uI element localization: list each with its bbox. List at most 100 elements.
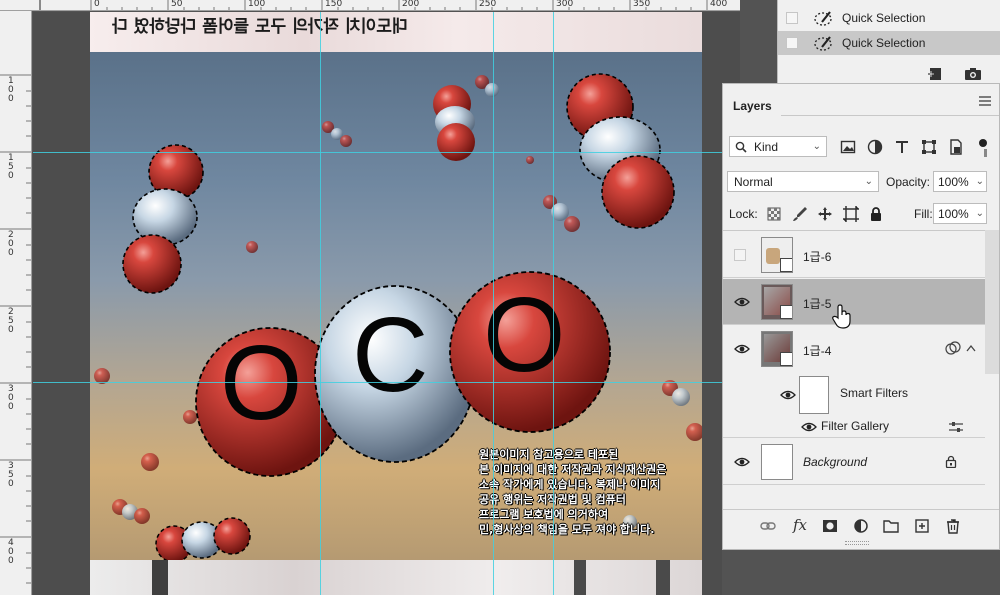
smart-filters-label: Smart Filters: [840, 386, 909, 400]
vertical-guide[interactable]: [320, 12, 321, 595]
layers-tab[interactable]: Layers: [723, 90, 781, 116]
photoshop-window: 0 50 100 150 200 250 300 350 400 1 0 0 1…: [0, 0, 1000, 595]
layer-name[interactable]: 1급-6: [803, 248, 831, 265]
ruler-tick-label: 3 5 0: [8, 461, 17, 489]
opacity-label: Opacity:: [886, 175, 931, 189]
layer-filter-row: Kind ⌄: [723, 136, 1000, 162]
layers-panel: Layers Kind ⌄ Normal ⌄ Opacity: 100% ⌄ L…: [722, 83, 1000, 550]
layer-row[interactable]: 1급-6: [723, 232, 985, 278]
ruler-tick-label: 3 0 0: [8, 384, 17, 412]
pixel-layer-filter-icon[interactable]: [840, 139, 856, 155]
blend-opacity-row: Normal ⌄ Opacity: 100% ⌄: [723, 171, 1000, 195]
type-layer-filter-icon[interactable]: [894, 139, 910, 155]
notice-line: 원본이미지 참고용으로 테포된: [479, 448, 619, 461]
layer-name[interactable]: 1급-5: [803, 295, 831, 312]
dock-empty-area: [722, 550, 1000, 595]
history-item-label: Quick Selection: [842, 11, 926, 25]
fill-input[interactable]: 100% ⌄: [933, 203, 987, 224]
delete-layer-trash-icon[interactable]: [945, 518, 961, 534]
copyright-notice: 원본이미지 참고용으로 테포된 본 이미지에 대한 저작권과 지식재산권은 소속…: [479, 447, 702, 537]
ruler-tick-label: 0: [94, 0, 100, 9]
layer-name[interactable]: 1급-4: [803, 342, 831, 359]
smart-object-badge-icon: [780, 305, 792, 319]
molecule-letter-o-left: O: [220, 324, 303, 442]
smart-object-badge-icon: [780, 352, 792, 366]
layer-row[interactable]: 1급-4: [723, 326, 985, 372]
opacity-input[interactable]: 100% ⌄: [933, 171, 987, 192]
layer-row-selected[interactable]: 1급-5: [723, 279, 985, 329]
lock-position-icon[interactable]: [817, 206, 833, 222]
ruler-tick-label: 350: [633, 0, 651, 9]
smart-object-filter-icon[interactable]: [948, 139, 964, 155]
filter-kind-value: Kind: [754, 140, 779, 154]
new-fill-adjustment-layer-icon[interactable]: [853, 518, 869, 534]
ruler-tick-label: 2 5 0: [8, 307, 17, 335]
layers-scrollbar[interactable]: [985, 230, 999, 374]
ruler-tick-label: 100: [248, 0, 266, 9]
history-item-selected[interactable]: Quick Selection: [778, 31, 1000, 55]
eye-icon[interactable]: [734, 297, 750, 307]
lock-all-icon[interactable]: [868, 206, 884, 222]
history-snapshot-box[interactable]: [786, 37, 798, 49]
layer-row-background[interactable]: Background: [723, 439, 985, 485]
lock-artboard-icon[interactable]: [843, 206, 859, 222]
lock-label: Lock:: [729, 207, 758, 221]
history-item[interactable]: Quick Selection: [778, 6, 1000, 30]
post-silhouette: [152, 560, 168, 595]
eye-icon[interactable]: [780, 390, 796, 400]
camera-icon[interactable]: [964, 66, 982, 82]
smart-filter-mask-thumbnail[interactable]: [799, 376, 829, 414]
quick-selection-icon: [814, 36, 832, 51]
ruler-tick-label: 2 0 0: [8, 230, 17, 258]
eye-icon[interactable]: [734, 344, 750, 354]
add-layer-mask-icon[interactable]: [822, 518, 838, 534]
shape-layer-filter-icon[interactable]: [921, 139, 937, 155]
blend-mode-dropdown[interactable]: Normal ⌄: [727, 171, 879, 192]
vertical-guide[interactable]: [553, 12, 554, 595]
mirrored-heading-text: 대도이치 작가의 구도 들어폼 다당하였 다: [112, 17, 408, 37]
eye-icon[interactable]: [801, 422, 817, 432]
history-panel: Quick Selection Quick Selection: [777, 0, 1000, 95]
vertical-guide[interactable]: [493, 12, 494, 595]
chevron-down-icon: ⌄: [812, 141, 821, 152]
new-group-folder-icon[interactable]: [883, 518, 899, 534]
layers-footer-toolbar: fx: [723, 509, 999, 541]
filter-blending-options-icon[interactable]: [949, 421, 963, 433]
smart-filters-indicator-icon: [945, 341, 961, 355]
panel-menu-icon[interactable]: [979, 96, 991, 106]
horizontal-guide[interactable]: [33, 382, 740, 383]
lock-transparent-pixels-icon[interactable]: [766, 206, 782, 222]
panel-resize-grip[interactable]: [845, 541, 869, 545]
ruler-tick-label: 200: [402, 0, 420, 9]
lock-image-pixels-icon[interactable]: [792, 206, 808, 222]
document-canvas[interactable]: 대도이치 작가의 구도 들어폼 다당하였 다 O C O 원본이미지 참고용으로…: [33, 12, 740, 595]
artboard[interactable]: 대도이치 작가의 구도 들어폼 다당하였 다 O C O 원본이미지 참고용으로…: [90, 12, 702, 595]
filter-gallery-row[interactable]: Filter Gallery: [723, 416, 985, 438]
layer-effects-icon[interactable]: fx: [793, 516, 807, 534]
divider: [723, 230, 999, 231]
adjustment-layer-filter-icon[interactable]: [867, 139, 883, 155]
bottom-texture-band: [90, 560, 702, 595]
history-snapshot-box[interactable]: [786, 12, 798, 24]
chevron-up-icon[interactable]: [966, 344, 976, 352]
smart-filters-row[interactable]: Smart Filters: [723, 372, 985, 416]
horizontal-ruler[interactable]: 0 50 100 150 200 250 300 350 400: [0, 0, 740, 11]
horizontal-guide[interactable]: [33, 152, 740, 153]
ruler-tick-label: 1 0 0: [8, 76, 17, 104]
eye-icon[interactable]: [734, 457, 750, 467]
chevron-down-icon: ⌄: [864, 176, 873, 187]
visibility-toggle-off[interactable]: [734, 249, 746, 261]
filter-kind-dropdown[interactable]: Kind ⌄: [729, 136, 827, 157]
new-document-from-state-icon[interactable]: [926, 66, 944, 82]
thumbnail-art: [766, 248, 780, 264]
new-layer-icon[interactable]: [914, 518, 930, 534]
notice-line: 프로그램 보호법에 의거하여: [479, 508, 609, 521]
layer-thumbnail: [761, 284, 793, 320]
layer-thumbnail: [761, 444, 793, 480]
layer-name[interactable]: Background: [803, 455, 867, 469]
vertical-ruler[interactable]: 1 0 0 1 5 0 2 0 0 2 5 0 3 0 0 3 5 0 4 0 …: [0, 11, 32, 595]
filter-toggle-dot[interactable]: [979, 139, 987, 147]
chevron-down-icon: ⌄: [975, 208, 984, 219]
post-silhouette: [656, 560, 670, 595]
link-layers-icon[interactable]: [760, 518, 776, 534]
